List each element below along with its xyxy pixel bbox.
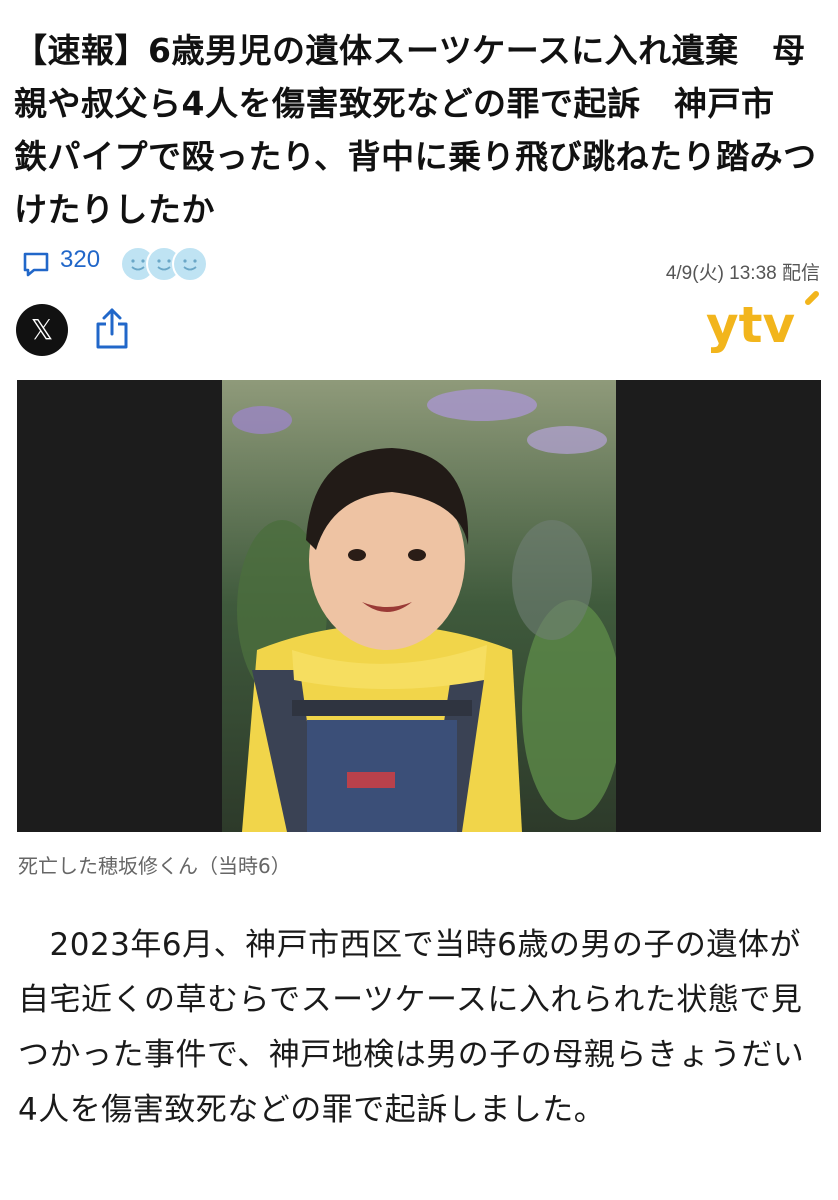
article-body: 2023年6月、神戸市西区で当時6歳の男の子の遺体が自宅近くの草むらでスーツケー… (18, 927, 805, 1128)
comment-count[interactable]: 320 (60, 246, 100, 274)
child-photo (222, 380, 616, 832)
ytv-logo: ytv (706, 291, 819, 354)
x-share-button[interactable]: 𝕏 (16, 304, 68, 356)
share-row: 𝕏 ytv (16, 291, 826, 358)
comment-icon[interactable] (22, 250, 50, 278)
photo-caption: 死亡した穂坂修くん（当時6） (18, 854, 291, 878)
article-photo[interactable] (17, 380, 821, 832)
article-headline: 【速報】6歳男児の遺体スーツケースに入れ遺棄 母親や叔父ら4人を傷害致死などの罪… (14, 31, 817, 229)
publish-timestamp: 4/9(火) 13:38 配信 (665, 263, 820, 284)
reaction-face-icon (172, 246, 208, 282)
x-icon: 𝕏 (30, 313, 54, 346)
share-icon[interactable] (94, 306, 130, 350)
publisher-logo-text: ytv (706, 296, 795, 354)
article-meta-row: 320 4/9(火) 13:38 配信 (20, 244, 820, 284)
